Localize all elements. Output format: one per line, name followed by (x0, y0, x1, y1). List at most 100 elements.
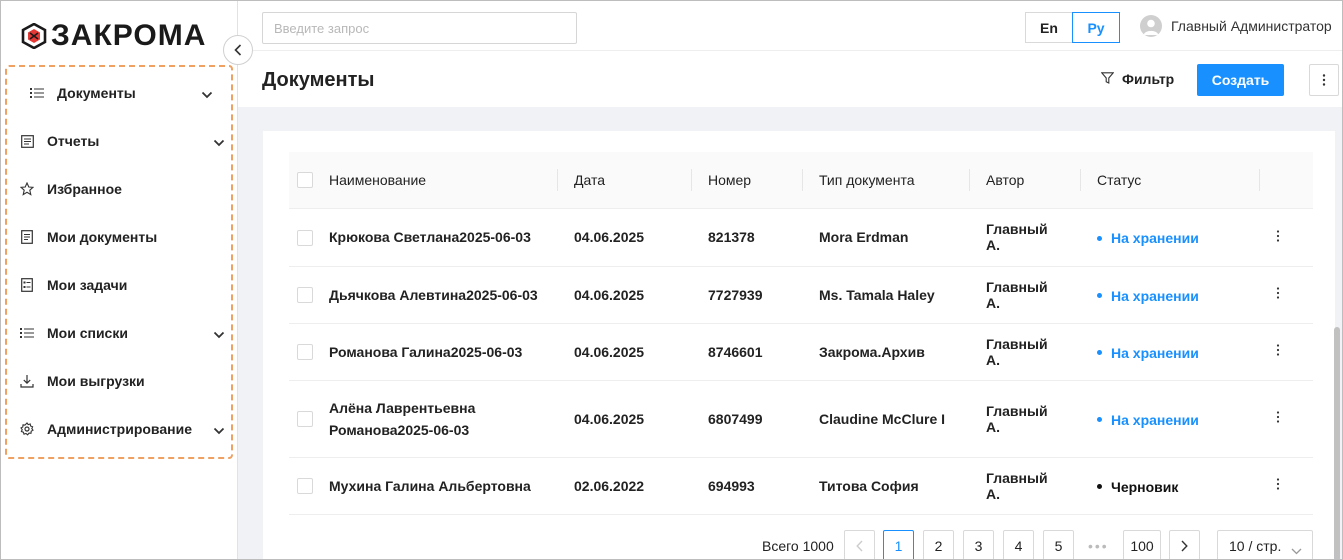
more-vertical-icon (1276, 344, 1280, 356)
cell-author: Главный А. (970, 208, 1081, 267)
lang-ru-button[interactable]: Ру (1072, 12, 1120, 43)
brand-name: ЗАКРОМА (51, 19, 207, 52)
select-all-checkbox[interactable] (297, 172, 313, 189)
cell-number: 8746601 (692, 323, 803, 381)
cell-name: Романова Галина2025-06-03 (313, 323, 558, 381)
create-button[interactable]: Создать (1197, 64, 1284, 96)
column-header-type[interactable]: Тип документа (803, 152, 970, 209)
row-actions-button[interactable] (1276, 286, 1280, 303)
sidebar-item-label: Мои выгрузки (47, 373, 145, 389)
logo[interactable]: ЗАКРОМА (21, 19, 206, 53)
more-actions-button[interactable] (1309, 64, 1339, 96)
cell-date: 04.06.2025 (558, 208, 692, 267)
filter-button[interactable]: Фильтр (1100, 71, 1174, 87)
column-header-date[interactable]: Дата (558, 152, 692, 209)
more-vertical-icon (1276, 411, 1280, 423)
sidebar-item-my-lists[interactable]: Мои списки (19, 317, 225, 349)
list-icon (29, 85, 45, 101)
sidebar-item-label: Избранное (47, 181, 122, 197)
page-button-last[interactable]: 100 (1123, 530, 1161, 559)
page-size-select[interactable]: 10 / стр. (1217, 530, 1313, 559)
table-row[interactable]: Мухина Галина Альбертовна 02.06.2022 694… (289, 457, 1313, 515)
row-select-cell (289, 323, 313, 381)
status-text: Черновик (1111, 478, 1179, 495)
sidebar-item-my-documents[interactable]: Мои документы (19, 221, 225, 253)
page-button-3[interactable]: 3 (963, 530, 994, 559)
status-dot (1097, 293, 1102, 299)
sidebar: ЗАКРОМА Документы Отчеты Избранное Мои д… (1, 1, 238, 559)
page-ellipsis[interactable]: ••• (1088, 538, 1109, 554)
sidebar-item-my-exports[interactable]: Мои выгрузки (19, 365, 225, 397)
row-checkbox[interactable] (297, 229, 313, 246)
row-actions-button[interactable] (1276, 229, 1280, 246)
sidebar-collapse-button[interactable] (223, 35, 253, 65)
document-icon (19, 229, 35, 245)
page-title: Документы (262, 69, 375, 91)
cell-status: На хранении (1081, 208, 1260, 267)
row-checkbox[interactable] (297, 287, 313, 304)
row-select-cell (289, 380, 313, 458)
page-button-4[interactable]: 4 (1003, 530, 1034, 559)
next-page-button[interactable] (1169, 530, 1200, 559)
page-button-1[interactable]: 1 (883, 530, 914, 559)
page-button-2[interactable]: 2 (923, 530, 954, 559)
column-header-number[interactable]: Номер (692, 152, 803, 209)
status-dot (1097, 350, 1102, 356)
page-header: Документы Фильтр Создать (238, 51, 1342, 107)
row-actions-button[interactable] (1276, 477, 1280, 494)
cell-name-line: Романова2025-06-03 (329, 421, 470, 438)
row-checkbox[interactable] (297, 478, 313, 495)
row-actions-button[interactable] (1276, 343, 1280, 360)
chevron-down-icon (213, 326, 225, 342)
status-text: На хранении (1111, 411, 1199, 428)
sidebar-item-label: Мои задачи (47, 277, 128, 293)
avatar (1140, 15, 1162, 37)
sidebar-item-my-tasks[interactable]: Мои задачи (19, 269, 225, 301)
row-checkbox[interactable] (297, 411, 313, 428)
search-input[interactable] (262, 12, 577, 44)
status-badge: На хранении (1097, 288, 1199, 304)
sidebar-item-favorites[interactable]: Избранное (19, 173, 225, 205)
status-dot (1097, 484, 1102, 490)
cell-author: Главный А. (970, 457, 1081, 515)
page-button-5[interactable]: 5 (1043, 530, 1074, 559)
prev-page-button[interactable] (844, 530, 875, 559)
column-header-author[interactable]: Автор (970, 152, 1081, 209)
more-vertical-icon (1276, 287, 1280, 299)
row-select-cell (289, 457, 313, 515)
status-badge: Черновик (1097, 479, 1178, 495)
cell-actions (1260, 266, 1313, 324)
cell-type: Claudine McClure I (803, 380, 970, 458)
status-dot (1097, 235, 1102, 241)
cell-author: Главный А. (970, 323, 1081, 381)
column-header-status[interactable]: Статус (1081, 152, 1260, 209)
table-row[interactable]: Дьячкова Алевтина2025-06-03 04.06.2025 7… (289, 266, 1313, 324)
more-vertical-icon (1276, 229, 1280, 242)
sidebar-item-documents[interactable]: Документы (29, 77, 213, 109)
cell-number: 6807499 (692, 380, 803, 458)
cell-type: Ms. Tamala Haley (803, 266, 970, 324)
column-header-actions (1260, 152, 1313, 209)
sidebar-item-label: Мои списки (47, 325, 128, 341)
sidebar-item-label: Администрирование (47, 421, 192, 437)
lang-en-button[interactable]: En (1025, 12, 1073, 43)
sidebar-item-administration[interactable]: Администрирование (19, 413, 225, 445)
table-header-row: Наименование Дата Номер Тип документа Ав… (289, 152, 1313, 209)
chevron-down-icon (213, 134, 225, 150)
column-header-name[interactable]: Наименование (313, 152, 558, 209)
cell-type: Закрома.Архив (803, 323, 970, 381)
tasks-icon (19, 277, 35, 293)
table-row[interactable]: Романова Галина2025-06-03 04.06.2025 874… (289, 323, 1313, 381)
cell-actions (1260, 208, 1313, 267)
scrollbar-thumb[interactable] (1334, 327, 1340, 559)
table-row[interactable]: Крюкова Светлана2025-06-03 04.06.2025 82… (289, 208, 1313, 267)
table-row[interactable]: Алёна Лаврентьевна Романова2025-06-03 04… (289, 380, 1313, 458)
row-actions-button[interactable] (1276, 410, 1280, 427)
row-checkbox[interactable] (297, 344, 313, 361)
status-dot (1097, 417, 1102, 423)
user-menu[interactable]: Главный Администратор (1140, 15, 1332, 37)
select-all-cell (289, 152, 313, 209)
chevron-down-icon (201, 86, 213, 102)
sidebar-item-reports[interactable]: Отчеты (19, 125, 225, 157)
cell-date: 02.06.2022 (558, 457, 692, 515)
